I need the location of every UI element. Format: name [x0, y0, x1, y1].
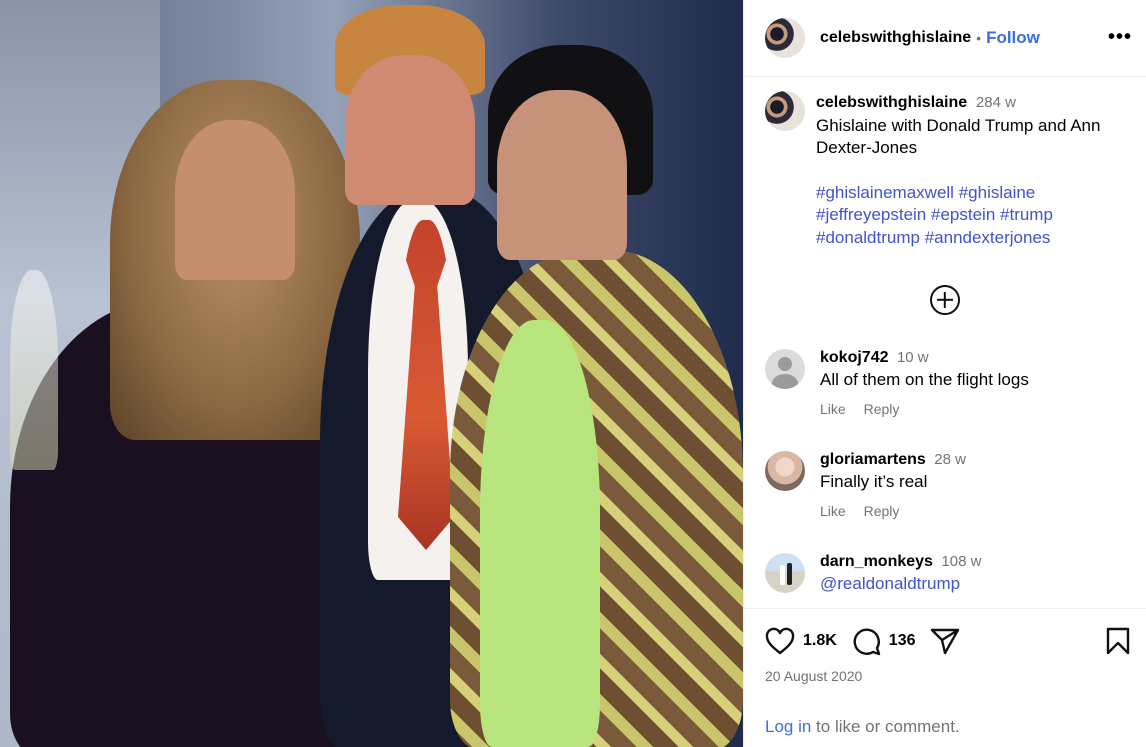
comment-text: Finally it’s real: [820, 472, 928, 491]
like-count[interactable]: 1.8K: [803, 632, 837, 650]
comments-scroll-area[interactable]: celebswithghislaine 284 w Ghislaine with…: [744, 77, 1146, 608]
comment-reply-button[interactable]: Reply: [864, 401, 900, 417]
comment-like-button[interactable]: Like: [820, 503, 846, 519]
caption-age[interactable]: 284 w: [976, 94, 1016, 111]
follow-button[interactable]: Follow: [986, 28, 1040, 48]
commenter-avatar[interactable]: [765, 451, 805, 491]
commenter-username[interactable]: gloriamartens: [820, 451, 926, 468]
hashtag-link[interactable]: #trump: [1000, 205, 1053, 224]
author-username[interactable]: celebswithghislaine: [820, 29, 971, 47]
caption-text: Ghislaine with Donald Trump and Ann Dext…: [816, 115, 1101, 158]
login-link[interactable]: Log in: [765, 717, 811, 736]
caption-hashtags: #ghislainemaxwell #ghislaine #jeffreyeps…: [816, 182, 1116, 250]
comment-icon[interactable]: [851, 626, 881, 656]
photo-person-middle-face: [345, 55, 475, 205]
hashtag-link[interactable]: #ghislainemaxwell: [816, 183, 954, 202]
separator-dot: •: [976, 30, 982, 46]
comment-item: darn_monkeys 108 w @realdonaldtrump: [765, 553, 1130, 594]
post-footer: 1.8K 136 20 August 2020 Log in to like o…: [744, 608, 1146, 747]
comment-age[interactable]: 10 w: [897, 349, 929, 366]
load-more-comments-icon[interactable]: [930, 285, 960, 315]
comment-reply-button[interactable]: Reply: [864, 503, 900, 519]
commenter-username[interactable]: darn_monkeys: [820, 553, 933, 570]
hashtag-link[interactable]: #donaldtrump: [816, 228, 920, 247]
commenter-username[interactable]: kokoj742: [820, 349, 888, 366]
hashtag-link[interactable]: #ghislaine: [959, 183, 1036, 202]
more-options-icon[interactable]: •••: [1108, 26, 1132, 49]
comment-item: gloriamartens 28 w Finally it’s real Lik…: [765, 451, 1130, 519]
caption-username[interactable]: celebswithghislaine: [816, 94, 967, 111]
login-prompt-text: to like or comment.: [811, 717, 960, 736]
post-side-panel: celebswithghislaine • Follow ••• celebsw…: [743, 0, 1146, 747]
commenter-avatar[interactable]: [765, 553, 805, 593]
caption-author-avatar[interactable]: [765, 91, 805, 131]
bookmark-icon[interactable]: [1106, 627, 1130, 655]
hashtag-link[interactable]: #anndexterjones: [925, 228, 1051, 247]
photo-person-right-face: [497, 90, 627, 260]
comment-mention-link[interactable]: @realdonaldtrump: [820, 574, 981, 594]
heart-icon[interactable]: [765, 627, 795, 655]
post-header: celebswithghislaine • Follow •••: [744, 0, 1146, 77]
post-caption: celebswithghislaine 284 w Ghislaine with…: [765, 91, 1130, 249]
commenter-avatar[interactable]: [765, 349, 805, 389]
photo-person-right-top: [480, 320, 600, 747]
post-photo[interactable]: [0, 0, 743, 747]
post-date[interactable]: 20 August 2020: [765, 668, 1130, 684]
share-icon[interactable]: [930, 627, 960, 655]
comment-age[interactable]: 108 w: [941, 553, 981, 570]
comment-count[interactable]: 136: [889, 632, 916, 650]
comment-age[interactable]: 28 w: [934, 451, 966, 468]
comment-like-button[interactable]: Like: [820, 401, 846, 417]
hashtag-link[interactable]: #epstein: [931, 205, 995, 224]
photo-champagne-glass: [10, 270, 58, 470]
author-avatar[interactable]: [765, 18, 805, 58]
comment-text: All of them on the flight logs: [820, 370, 1029, 389]
comment-item: kokoj742 10 w All of them on the flight …: [765, 349, 1130, 417]
hashtag-link[interactable]: #jeffreyepstein: [816, 205, 926, 224]
login-prompt: Log in to like or comment.: [765, 717, 960, 737]
photo-person-left-face: [175, 120, 295, 280]
action-bar: 1.8K 136: [765, 609, 1130, 673]
